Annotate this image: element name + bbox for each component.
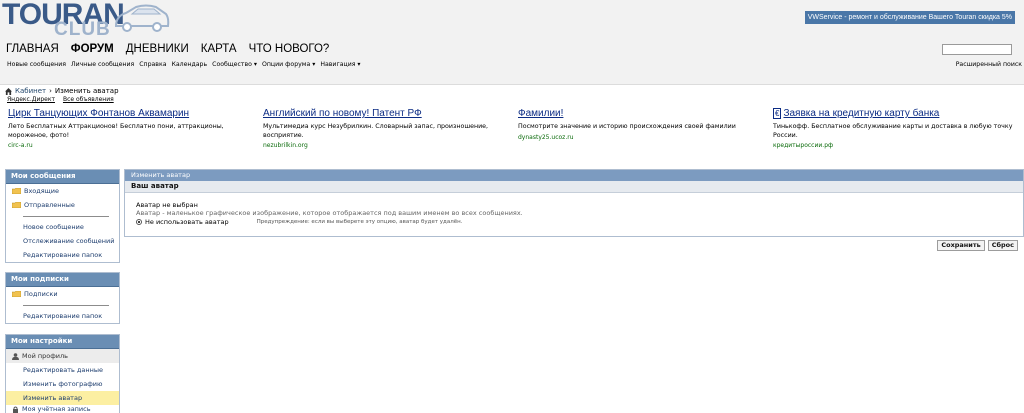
sidebar-settings: Мои настройки Мой профиль Редактировать … xyxy=(5,334,120,413)
sidebar-item-label: Отправленные xyxy=(24,201,75,209)
sidebar-item-label: Подписки xyxy=(24,290,58,298)
sidebar-item-change-photo[interactable]: Изменить фотографию xyxy=(6,377,119,391)
form-buttons: Сохранить Сброс xyxy=(937,240,1018,251)
sidebar-messages-title: Мои сообщения xyxy=(6,170,119,184)
yandex-direct-link[interactable]: Яндекс.Директ xyxy=(7,96,55,103)
ad-block[interactable]: Английский по новому! Патент РФ Мультиме… xyxy=(263,108,503,149)
ad-url[interactable]: кредитыроссии.рф xyxy=(773,142,1018,149)
sidebar-item-edit-folders[interactable]: Редактирование папок xyxy=(6,309,119,323)
all-ads-link[interactable]: Все объявления xyxy=(63,96,114,103)
sidebar-item-label: Мой профиль xyxy=(22,352,68,360)
sidebar-item-new-message[interactable]: Новое сообщение xyxy=(6,220,119,234)
home-icon[interactable] xyxy=(5,87,12,95)
nav-blogs[interactable]: ДНЕВНИКИ xyxy=(126,43,189,55)
no-avatar-option[interactable]: Не использовать аватар Предупреждение: е… xyxy=(136,218,1023,226)
breadcrumb-separator: › xyxy=(49,87,52,95)
subnav-help[interactable]: Справка xyxy=(139,61,166,68)
breadcrumb: Кабинет › Изменить аватар xyxy=(5,87,119,95)
ad-description: Тинькофф. Бесплатное обслуживание карты … xyxy=(773,123,1013,139)
divider xyxy=(23,216,109,217)
yandex-direct-bar: Яндекс.Директ Все объявления xyxy=(7,96,114,103)
logo-subtext: CLUB xyxy=(54,19,111,40)
folder-icon xyxy=(12,291,21,297)
site-header: TOURAN CLUB VWService - ремонт и обслужи… xyxy=(0,0,1024,85)
folder-icon xyxy=(12,202,21,208)
sidebar-item-change-avatar[interactable]: Изменить аватар xyxy=(6,391,119,405)
no-avatar-option-label: Не использовать аватар xyxy=(145,217,229,226)
subnav-navigation[interactable]: Навигация ▾ xyxy=(320,61,360,68)
user-icon xyxy=(12,352,19,360)
lock-icon xyxy=(13,406,18,413)
subnav-new-posts[interactable]: Новые сообщения xyxy=(7,61,66,68)
nav-forum[interactable]: ФОРУМ xyxy=(71,43,114,55)
car-icon xyxy=(114,4,170,32)
subnav-community[interactable]: Сообщество ▾ xyxy=(212,61,257,68)
nav-home[interactable]: ГЛАВНАЯ xyxy=(6,43,59,55)
panel-subheader: Ваш аватар xyxy=(125,181,1023,193)
no-avatar-text: Аватар не выбран xyxy=(136,201,198,209)
sidebar-item-profile[interactable]: Мой профиль xyxy=(6,349,119,363)
subnav-private-messages[interactable]: Личные сообщения xyxy=(71,61,134,68)
ad-url[interactable]: circ-a.ru xyxy=(8,142,248,149)
sidebar-item-inbox[interactable]: Входящие xyxy=(6,184,119,198)
main-nav: ГЛАВНАЯ ФОРУМ ДНЕВНИКИ КАРТА ЧТО НОВОГО? xyxy=(6,43,329,55)
bank-badge-icon: € xyxy=(773,108,782,119)
promo-banner[interactable]: VWService - ремонт и обслуживание Вашего… xyxy=(804,11,1015,24)
no-avatar-radio[interactable] xyxy=(136,219,142,226)
ad-block[interactable]: € Заявка на кредитную карту банка Тинькоф… xyxy=(773,108,1018,149)
ad-description: Посмотрите значение и историю происхожде… xyxy=(518,123,736,130)
ad-block[interactable]: Цирк Танцующих Фонтанов Аквамарин Лето Б… xyxy=(8,108,248,149)
divider xyxy=(23,305,109,306)
sidebar-item-label: Входящие xyxy=(24,187,60,195)
panel-header: Изменить аватар xyxy=(125,170,1023,181)
subnav-forum-options[interactable]: Опции форума ▾ xyxy=(262,61,315,68)
sub-nav: Новые сообщения Личные сообщения Справка… xyxy=(7,61,361,68)
sidebar-item-edit-folders[interactable]: Редактирование папок xyxy=(6,248,119,262)
sidebar-item-sent[interactable]: Отправленные xyxy=(6,198,119,212)
panel-body: Аватар не выбран Аватар - маленькое граф… xyxy=(125,193,1023,226)
sidebar-subscriptions: Мои подписки Подписки Редактирование пап… xyxy=(5,272,120,324)
ad-title[interactable]: € Заявка на кредитную карту банка xyxy=(773,108,1018,119)
sidebar-item-edit-data[interactable]: Редактировать данные xyxy=(6,363,119,377)
ad-title[interactable]: Цирк Танцующих Фонтанов Аквамарин xyxy=(8,108,248,119)
breadcrumb-current: Изменить аватар xyxy=(54,87,119,95)
ad-url[interactable]: dynasty25.ucoz.ru xyxy=(518,134,758,141)
sidebar-item-tracking[interactable]: Отслеживание сообщений xyxy=(6,234,119,248)
warning-text: Предупреждение: если вы выберете эту опц… xyxy=(256,218,463,225)
ad-title-text: Заявка на кредитную карту банка xyxy=(783,108,940,119)
search-input[interactable] xyxy=(942,44,1012,55)
change-avatar-panel: Изменить аватар Ваш аватар Аватар не выб… xyxy=(124,169,1024,237)
ad-title[interactable]: Английский по новому! Патент РФ xyxy=(263,108,503,119)
nav-whats-new[interactable]: ЧТО НОВОГО? xyxy=(249,43,330,55)
advanced-search-link[interactable]: Расширенный поиск xyxy=(956,61,1022,68)
nav-map[interactable]: КАРТА xyxy=(201,43,237,55)
sidebar-item-label: Моя учётная запись xyxy=(22,405,91,413)
sidebar-subscriptions-title: Мои подписки xyxy=(6,273,119,287)
save-button[interactable]: Сохранить xyxy=(937,240,985,251)
breadcrumb-root[interactable]: Кабинет xyxy=(15,87,46,95)
avatar-description: Аватар - маленькое графическое изображен… xyxy=(136,209,523,218)
sidebar-item-subscriptions[interactable]: Подписки xyxy=(6,287,119,301)
sidebar-messages: Мои сообщения Входящие Отправленные Ново… xyxy=(5,169,120,263)
ad-url[interactable]: nezubrilkin.org xyxy=(263,142,503,149)
sidebar-settings-title: Мои настройки xyxy=(6,335,119,349)
ad-description: Мультимедиа курс Незубрилкин. Словарный … xyxy=(263,123,489,139)
ad-title[interactable]: Фамилии! xyxy=(518,108,758,119)
ad-block[interactable]: Фамилии! Посмотрите значение и историю п… xyxy=(518,108,758,141)
subnav-calendar[interactable]: Календарь xyxy=(171,61,207,68)
folder-icon xyxy=(12,188,21,194)
reset-button[interactable]: Сброс xyxy=(987,240,1018,251)
sidebar-item-account[interactable]: Моя учётная запись xyxy=(6,405,119,413)
site-logo[interactable]: TOURAN CLUB xyxy=(2,0,172,40)
ad-description: Лето Бесплатных Аттракционов! Бесплатно … xyxy=(8,123,224,139)
